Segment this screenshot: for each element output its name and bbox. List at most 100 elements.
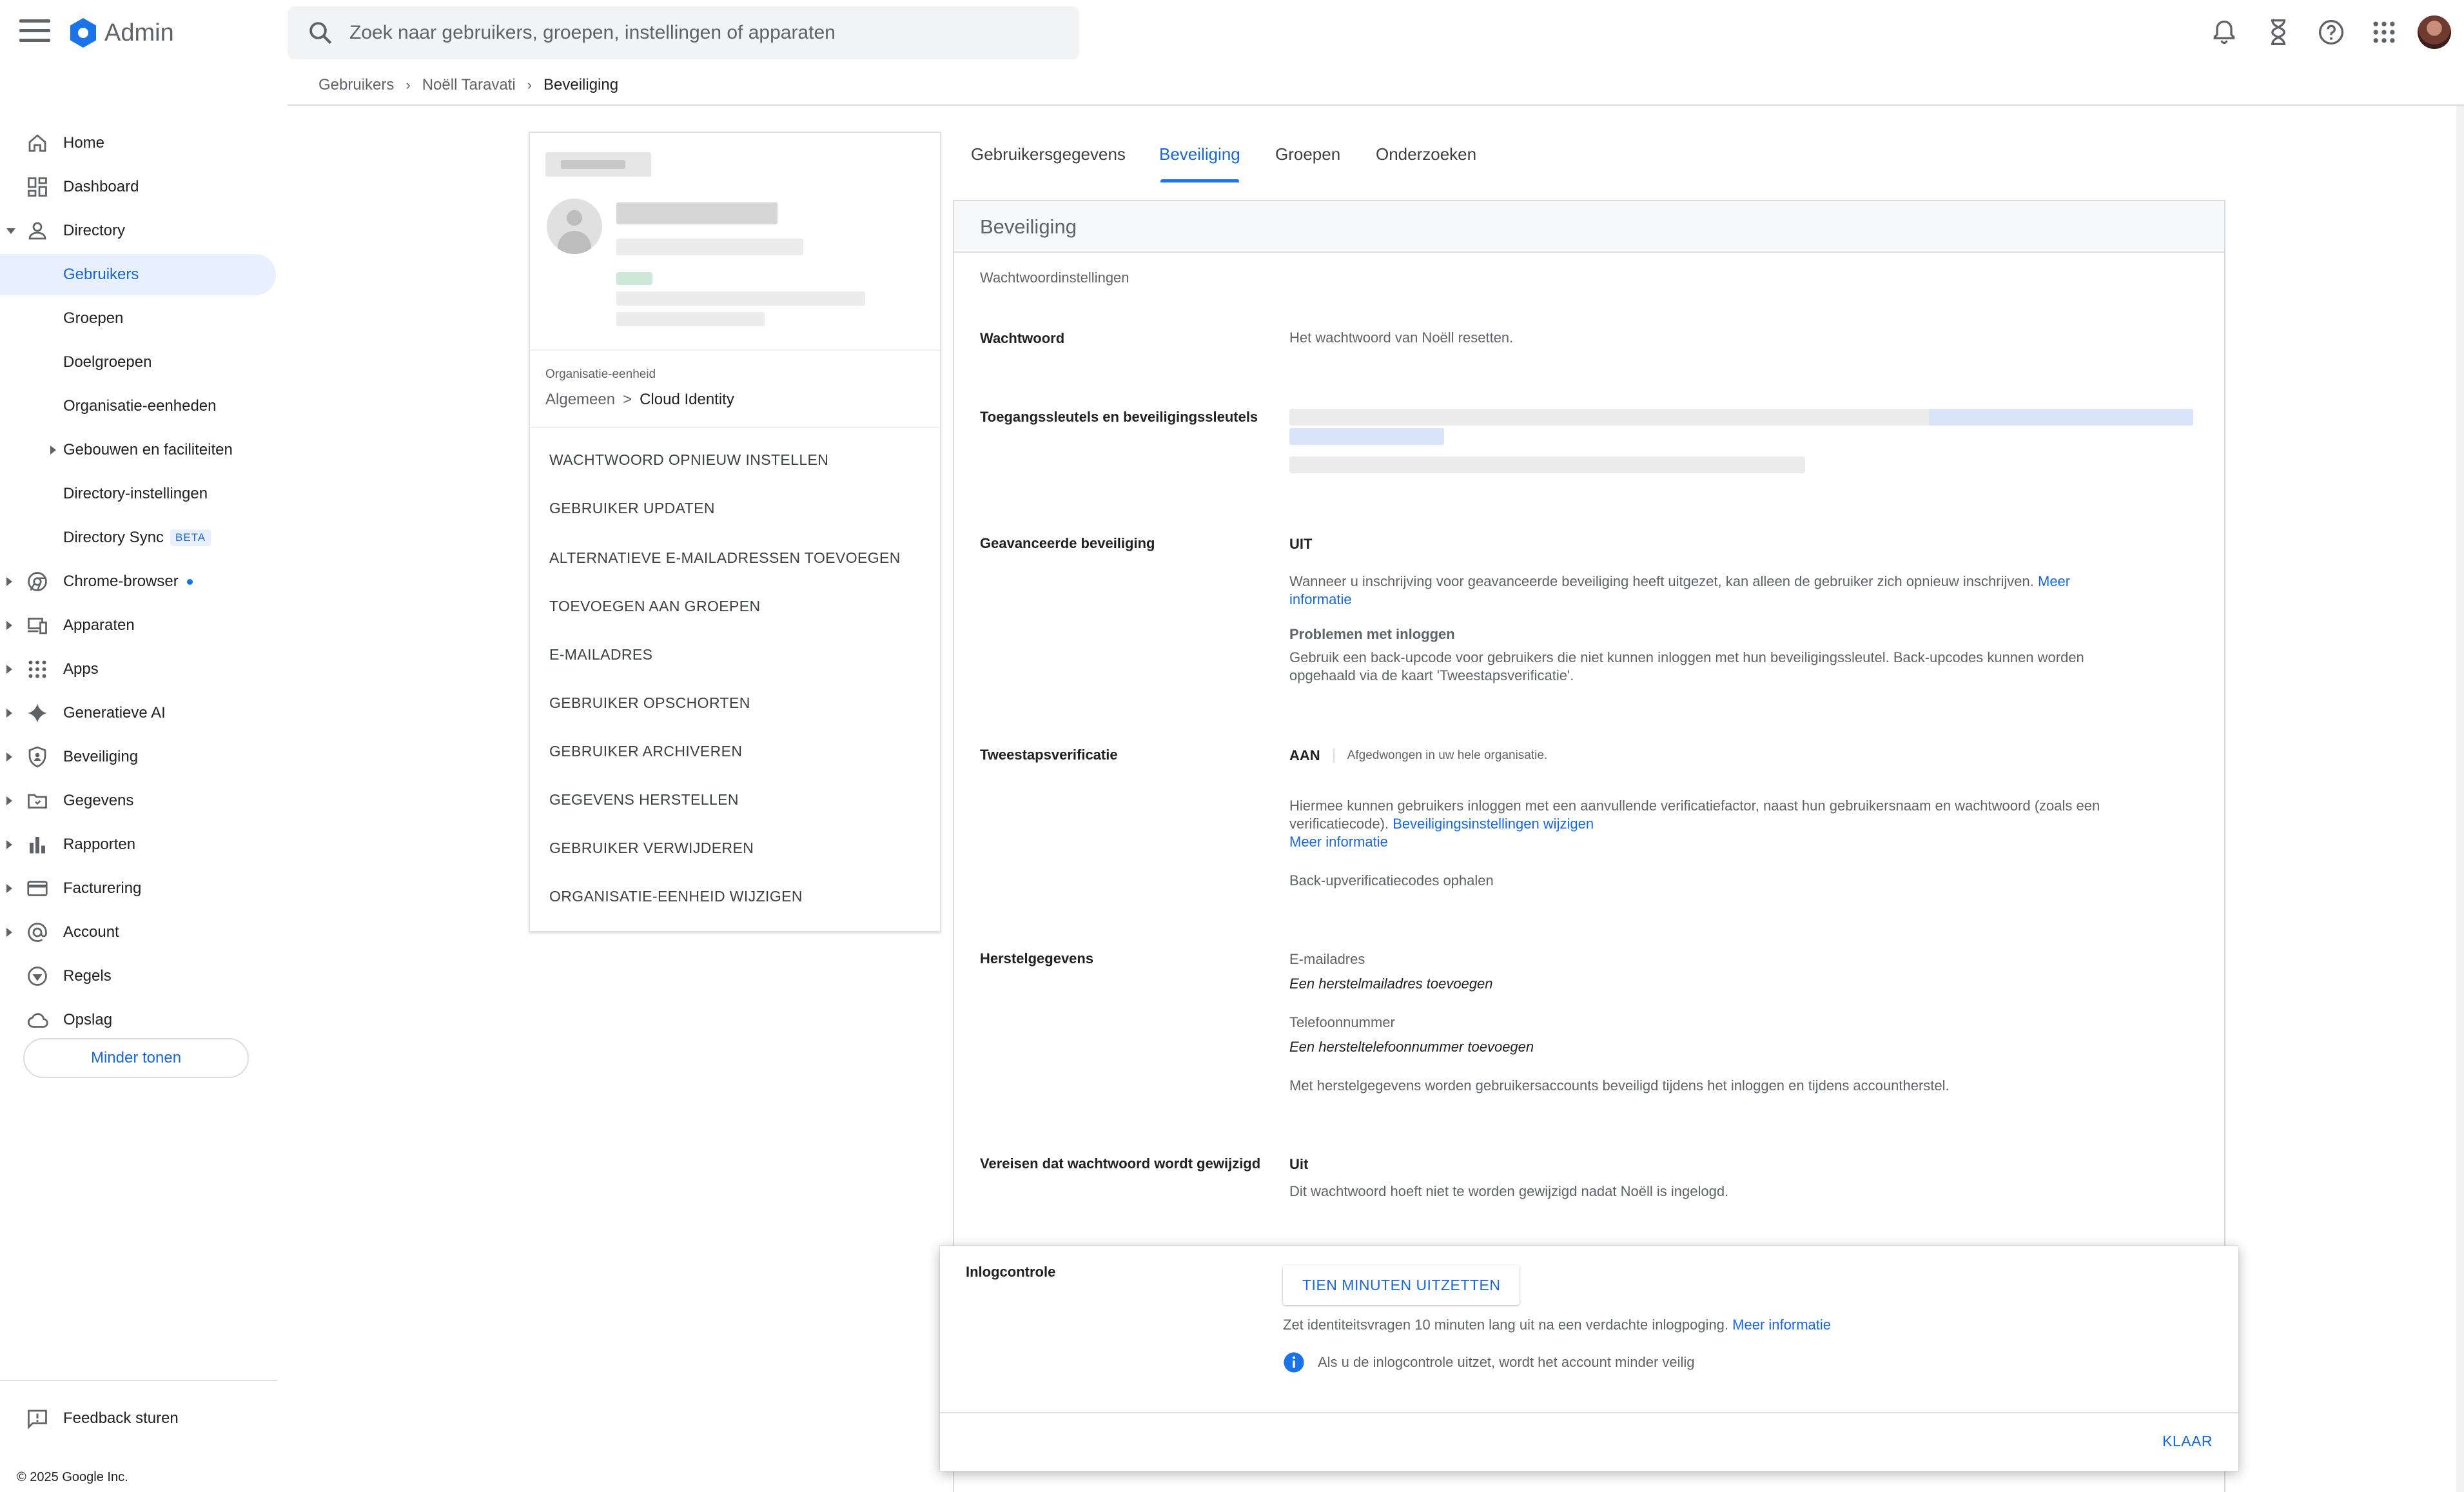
beta-badge: BETA bbox=[170, 529, 211, 546]
sidebar-item-label: Chrome-browser bbox=[63, 573, 179, 590]
card-divider bbox=[530, 427, 940, 428]
sidebar-item-home[interactable]: Home bbox=[0, 123, 277, 164]
sidebar-item-groups[interactable]: Groepen bbox=[0, 298, 277, 339]
sidebar-item-directory-settings[interactable]: Directory-instellingen bbox=[0, 473, 277, 515]
sidebar-item-label: Home bbox=[63, 134, 105, 152]
sidebar-item-label: Dashboard bbox=[63, 178, 139, 195]
caret-right-icon[interactable] bbox=[50, 446, 56, 455]
breadcrumb-users-link[interactable]: Gebruikers bbox=[318, 76, 394, 94]
suspend-user-action[interactable]: GEBRUIKER OPSCHORTEN bbox=[549, 694, 750, 712]
at-sign-icon bbox=[28, 923, 47, 942]
caret-right-icon[interactable] bbox=[6, 840, 12, 849]
advanced-protection-label: Geavanceerde beveiliging bbox=[980, 535, 1155, 551]
reset-password-action[interactable]: WACHTWOORD OPNIEUW INSTELLEN bbox=[549, 451, 828, 469]
restore-data-action[interactable]: GEGEVENS HERSTELLEN bbox=[549, 791, 739, 809]
main-menu-icon[interactable] bbox=[19, 19, 50, 45]
search-input[interactable] bbox=[349, 6, 1059, 59]
advanced-more-info-link-cont[interactable]: informatie bbox=[1289, 591, 1352, 607]
advanced-desc-text: Wanneer u inschrijving voor geavanceerde… bbox=[1289, 573, 2034, 589]
sidebar-item-reports[interactable]: Rapporten bbox=[0, 824, 277, 865]
done-button[interactable]: KLAAR bbox=[2162, 1433, 2213, 1450]
caret-right-icon[interactable] bbox=[6, 709, 12, 718]
sidebar-item-data[interactable]: Gegevens bbox=[0, 780, 277, 821]
sidebar-item-apps[interactable]: Apps bbox=[0, 649, 277, 690]
sidebar-item-generative-ai[interactable]: Generatieve AI bbox=[0, 692, 277, 734]
breadcrumb-user-link[interactable]: Noëll Taravati bbox=[422, 76, 516, 94]
sidebar-item-directory-sync[interactable]: Directory Sync BETA bbox=[0, 517, 277, 558]
apps-grid-icon bbox=[28, 660, 46, 678]
sidebar-item-org-units[interactable]: Organisatie-eenheden bbox=[0, 386, 277, 427]
login-challenge-more-info-link[interactable]: Meer informatie bbox=[1732, 1317, 1831, 1333]
admin-logo[interactable] bbox=[67, 17, 99, 49]
person-icon bbox=[28, 222, 46, 240]
sidebar-item-dashboard[interactable]: Dashboard bbox=[0, 166, 277, 208]
sidebar-item-target-audiences[interactable]: Doelgroepen bbox=[0, 342, 277, 383]
caret-down-icon[interactable] bbox=[6, 228, 15, 234]
sidebar-item-label: Apps bbox=[63, 660, 99, 678]
archive-user-action[interactable]: GEBRUIKER ARCHIVEREN bbox=[549, 743, 742, 760]
org-path-current: Cloud Identity bbox=[640, 391, 734, 408]
devices-icon bbox=[28, 618, 47, 634]
sidebar-item-label: Directory Sync bbox=[63, 529, 164, 546]
show-less-button[interactable]: Minder tonen bbox=[23, 1038, 249, 1078]
caret-right-icon[interactable] bbox=[6, 796, 12, 805]
get-backup-codes-link[interactable]: Back-upverificatiecodes ophalen bbox=[1289, 872, 1494, 890]
sidebar-item-rules[interactable]: Regels bbox=[0, 956, 277, 997]
login-challenge-desc-text: Zet identiteitsvragen 10 minuten lang ui… bbox=[1283, 1317, 1729, 1333]
help-icon[interactable] bbox=[2317, 18, 2345, 46]
sidebar-item-billing[interactable]: Facturering bbox=[0, 868, 277, 909]
sidebar-item-chrome-browser[interactable]: Chrome-browser bbox=[0, 561, 277, 602]
require-password-change-description: Dit wachtwoord hoeft niet te worden gewi… bbox=[1289, 1183, 1729, 1199]
redacted-name bbox=[616, 202, 777, 224]
sidebar-item-devices[interactable]: Apparaten bbox=[0, 605, 277, 646]
turn-off-ten-minutes-button[interactable]: TIEN MINUTEN UITZETTEN bbox=[1283, 1265, 1520, 1305]
notifications-bell-icon[interactable] bbox=[2210, 18, 2238, 46]
caret-right-icon[interactable] bbox=[6, 884, 12, 893]
reset-password-link[interactable]: Het wachtwoord van Noëll resetten. bbox=[1289, 329, 1513, 347]
delete-user-action[interactable]: GEBRUIKER VERWIJDEREN bbox=[549, 839, 754, 857]
account-avatar[interactable] bbox=[2418, 15, 2451, 49]
feedback-link[interactable]: Feedback sturen bbox=[0, 1398, 277, 1439]
sidebar-item-label: Directory-instellingen bbox=[63, 485, 208, 502]
add-recovery-phone-link[interactable]: Een hersteltelefoonnummer toevoegen bbox=[1289, 1038, 1534, 1056]
tab-security[interactable]: Beveiliging bbox=[1159, 144, 1240, 164]
sidebar-item-security[interactable]: Beveiliging bbox=[0, 736, 277, 778]
card-divider bbox=[530, 349, 940, 351]
caret-right-icon[interactable] bbox=[6, 577, 12, 586]
caret-right-icon[interactable] bbox=[6, 752, 12, 761]
sidebar-item-label: Feedback sturen bbox=[63, 1409, 179, 1427]
caret-right-icon[interactable] bbox=[6, 928, 12, 937]
sidebar-item-storage[interactable]: Opslag bbox=[0, 999, 277, 1041]
hourglass-icon[interactable] bbox=[2264, 18, 2293, 46]
redacted-text bbox=[616, 312, 765, 326]
change-security-settings-link[interactable]: Beveiligingsinstellingen wijzigen bbox=[1393, 816, 1594, 832]
page-scrollbar[interactable] bbox=[2456, 106, 2464, 1492]
advanced-more-info-link[interactable]: Meer bbox=[2038, 573, 2070, 589]
email-address-action[interactable]: E-MAILADRES bbox=[549, 646, 652, 663]
tab-user-details[interactable]: Gebruikersgegevens bbox=[971, 144, 1126, 164]
active-tab-indicator bbox=[1160, 179, 1239, 182]
sidebar-item-users[interactable]: Gebruikers bbox=[0, 254, 276, 295]
passkeys-label: Toegangssleutels en beveiligingssleutels bbox=[980, 409, 1258, 425]
update-user-action[interactable]: GEBRUIKER UPDATEN bbox=[549, 500, 715, 517]
tab-groups[interactable]: Groepen bbox=[1275, 144, 1340, 164]
sidebar-item-buildings[interactable]: Gebouwen en faciliteiten bbox=[0, 429, 277, 471]
add-alternate-emails-action[interactable]: ALTERNATIEVE E-MAILADRESSEN TOEVOEGEN bbox=[549, 549, 901, 567]
two-step-more-info-link[interactable]: Meer informatie bbox=[1289, 834, 1388, 850]
change-org-unit-action[interactable]: ORGANISATIE-EENHEID WIJZIGEN bbox=[549, 888, 803, 905]
caret-right-icon[interactable] bbox=[6, 621, 12, 630]
add-recovery-email-link[interactable]: Een herstelmailadres toevoegen bbox=[1289, 975, 1493, 993]
sidebar-item-label: Beveiliging bbox=[63, 748, 139, 765]
apps-launcher-icon[interactable] bbox=[2370, 18, 2398, 46]
sidebar-item-directory[interactable]: Directory bbox=[0, 210, 277, 251]
sidebar-item-account[interactable]: Account bbox=[0, 912, 277, 953]
login-challenge-warning: Als u de inlogcontrole uitzet, wordt het… bbox=[1283, 1351, 1695, 1373]
tab-investigations[interactable]: Onderzoeken bbox=[1376, 144, 1476, 164]
add-to-groups-action[interactable]: TOEVOEGEN AAN GROEPEN bbox=[549, 598, 761, 615]
search-bar[interactable] bbox=[288, 6, 1079, 59]
recovery-phone-label: Telefoonnummer bbox=[1289, 1014, 1395, 1030]
require-password-change-status[interactable]: Uit bbox=[1289, 1155, 1308, 1173]
folder-icon bbox=[28, 794, 47, 809]
breadcrumb: Gebruikers › Noëll Taravati › Beveiligin… bbox=[318, 72, 618, 98]
caret-right-icon[interactable] bbox=[6, 665, 12, 674]
